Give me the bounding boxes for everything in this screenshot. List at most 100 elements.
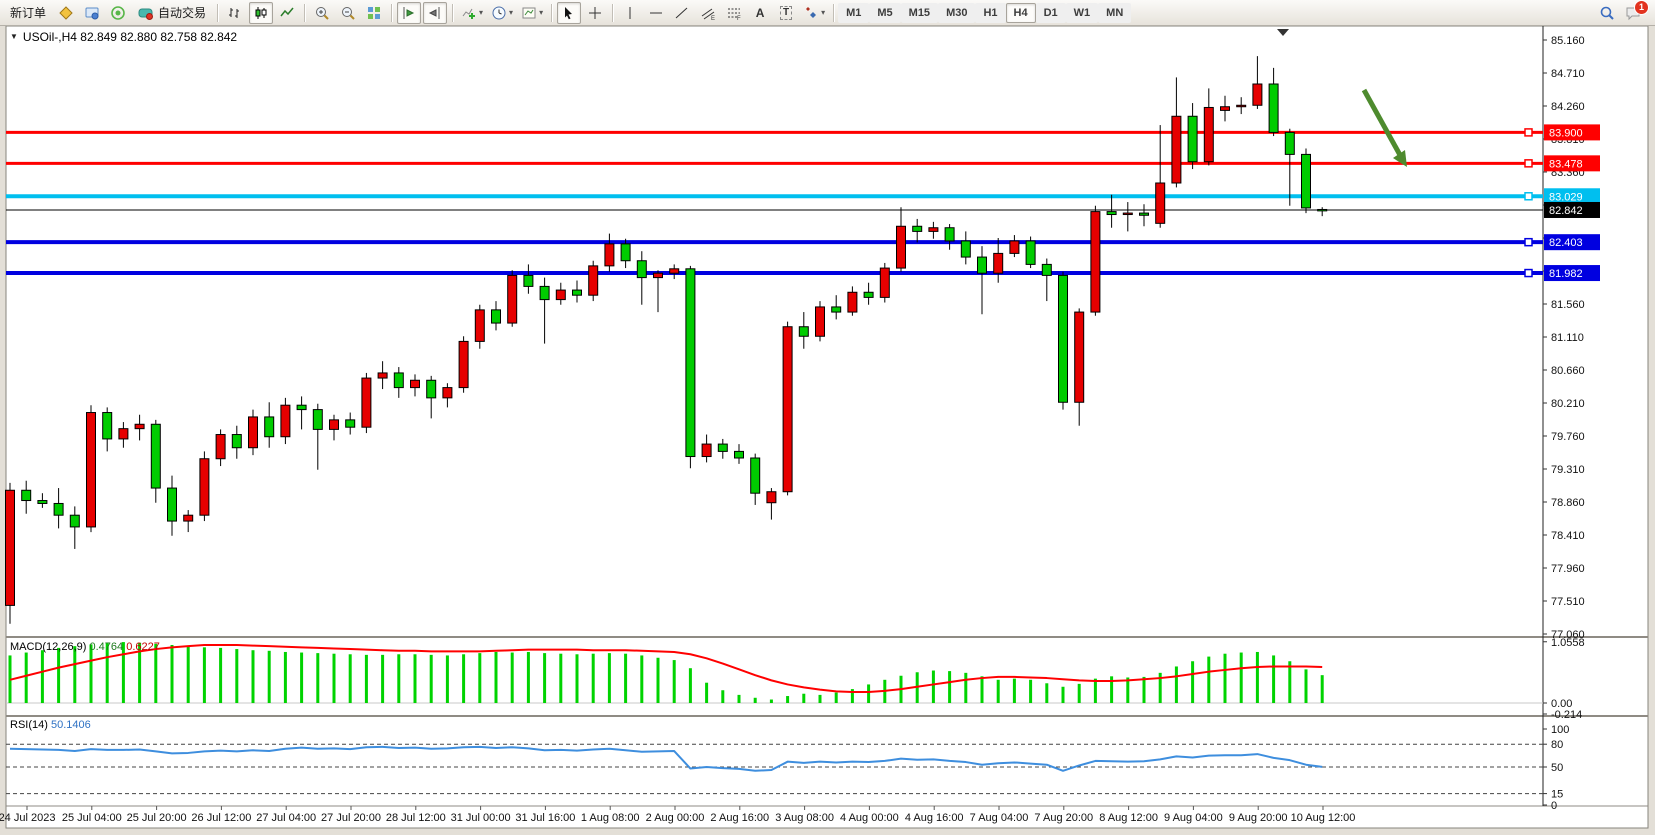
price-tick-label: 79.760 <box>1551 431 1585 443</box>
chart-shift-button[interactable] <box>423 2 447 24</box>
candle-body <box>119 429 128 439</box>
auto-scroll-button[interactable] <box>397 2 421 24</box>
macd-bar <box>867 684 870 703</box>
timeframe-mn[interactable]: MN <box>1098 3 1131 23</box>
macd-bar <box>932 671 935 703</box>
channel-tool-button[interactable]: E <box>696 2 720 24</box>
fibonacci-tool-button[interactable]: F <box>722 2 746 24</box>
zoom-out-button[interactable] <box>336 2 360 24</box>
macd-bar <box>1256 652 1259 703</box>
macd-bar <box>1175 666 1178 703</box>
candlestick-chart-icon <box>253 5 269 21</box>
macd-main-value: 0.4764 <box>89 641 123 653</box>
horizontal-line-tool-button[interactable] <box>644 2 668 24</box>
periods-button[interactable]: ▾ <box>488 2 516 24</box>
candle-body <box>897 226 906 268</box>
macd-bar <box>835 693 838 703</box>
notifications-button[interactable]: 1 <box>1621 2 1645 24</box>
macd-bar <box>786 696 789 703</box>
macd-bar <box>446 655 449 703</box>
line-chart-button[interactable] <box>275 2 299 24</box>
candle-body <box>1075 312 1084 402</box>
macd-bar <box>430 655 433 703</box>
timeframe-d1[interactable]: D1 <box>1036 3 1066 23</box>
timeframe-h4[interactable]: H4 <box>1006 3 1036 23</box>
candle-body <box>718 444 727 451</box>
trendline-tool-button[interactable] <box>670 2 694 24</box>
candle-body <box>783 327 792 492</box>
templates-button[interactable]: ▾ <box>518 2 546 24</box>
candle-body <box>961 241 970 257</box>
candle-body <box>200 459 209 515</box>
search-button[interactable] <box>1595 2 1619 24</box>
rsi-indicator-label: RSI(14) 50.1406 <box>10 719 91 731</box>
macd-bar <box>349 654 352 703</box>
macd-bar <box>770 700 773 703</box>
toolbar-separator <box>833 4 834 22</box>
macd-bar <box>268 651 271 703</box>
crosshair-tool-button[interactable] <box>583 2 607 24</box>
candle-body <box>540 286 549 299</box>
rsi-value: 50.1406 <box>51 719 91 731</box>
candle-body <box>22 490 31 500</box>
macd-bar <box>576 654 579 703</box>
time-axis-label: 9 Aug 04:00 <box>1164 812 1223 824</box>
price-tick-label: 81.110 <box>1551 332 1584 344</box>
candle-body <box>249 417 258 448</box>
data-window-button[interactable] <box>80 2 104 24</box>
vertical-line-icon <box>622 5 638 21</box>
text-label-tool-button[interactable]: T <box>774 2 798 24</box>
vertical-line-tool-button[interactable] <box>618 2 642 24</box>
candle-body <box>1010 241 1019 253</box>
trendline-icon <box>674 5 690 21</box>
tile-windows-button[interactable] <box>362 2 386 24</box>
macd-bar <box>689 668 692 703</box>
macd-bar <box>657 658 660 703</box>
timeframe-m1[interactable]: M1 <box>838 3 869 23</box>
candle-body <box>1221 107 1230 111</box>
price-badge-label: 83.478 <box>1549 158 1583 170</box>
macd-bar <box>754 698 757 703</box>
bar-chart-button[interactable] <box>223 2 247 24</box>
candle-body <box>1285 132 1294 154</box>
candle-body <box>1107 212 1116 215</box>
time-axis-label: 25 Jul 20:00 <box>127 812 187 824</box>
candle-body <box>475 310 484 342</box>
cursor-tool-button[interactable] <box>557 2 581 24</box>
candle-body <box>654 273 663 277</box>
timeframe-m30[interactable]: M30 <box>938 3 975 23</box>
equidistant-channel-icon: E <box>700 5 716 21</box>
candle-body <box>330 420 339 430</box>
macd-bar <box>1013 679 1016 703</box>
toolbar-separator <box>551 4 552 22</box>
macd-bar <box>527 652 530 703</box>
search-icon <box>1599 5 1615 21</box>
candle-body <box>864 292 873 297</box>
macd-bar <box>964 673 967 703</box>
new-order-button[interactable]: 新订单 <box>4 2 52 24</box>
toolbar-separator <box>217 4 218 22</box>
navigator-button[interactable] <box>106 2 130 24</box>
price-tick-label: 1.0558 <box>1551 637 1585 649</box>
toolbar-separator <box>304 4 305 22</box>
price-tick-label: 80.210 <box>1551 398 1585 410</box>
collapse-triangle-icon[interactable]: ▼ <box>10 32 18 41</box>
timeframe-w1[interactable]: W1 <box>1066 3 1099 23</box>
zoom-in-button[interactable] <box>310 2 334 24</box>
macd-bar <box>333 654 336 703</box>
text-tool-button[interactable]: A <box>748 2 772 24</box>
indicators-button[interactable]: ▾ <box>458 2 486 24</box>
timeframe-m15[interactable]: M15 <box>901 3 938 23</box>
macd-bar <box>511 653 514 703</box>
auto-trading-button[interactable]: 自动交易 <box>132 2 212 24</box>
timeframe-m5[interactable]: M5 <box>869 3 900 23</box>
candlestick-chart-button[interactable] <box>249 2 273 24</box>
market-watch-button[interactable] <box>54 2 78 24</box>
timeframe-h1[interactable]: H1 <box>975 3 1005 23</box>
svg-text:E: E <box>711 16 715 21</box>
template-chart-icon <box>521 5 537 21</box>
chevron-down-icon: ▾ <box>479 8 483 17</box>
arrows-tool-button[interactable]: ▾ <box>800 2 828 24</box>
candle-body <box>832 307 841 312</box>
time-axis-label: 10 Aug 12:00 <box>1291 812 1356 824</box>
